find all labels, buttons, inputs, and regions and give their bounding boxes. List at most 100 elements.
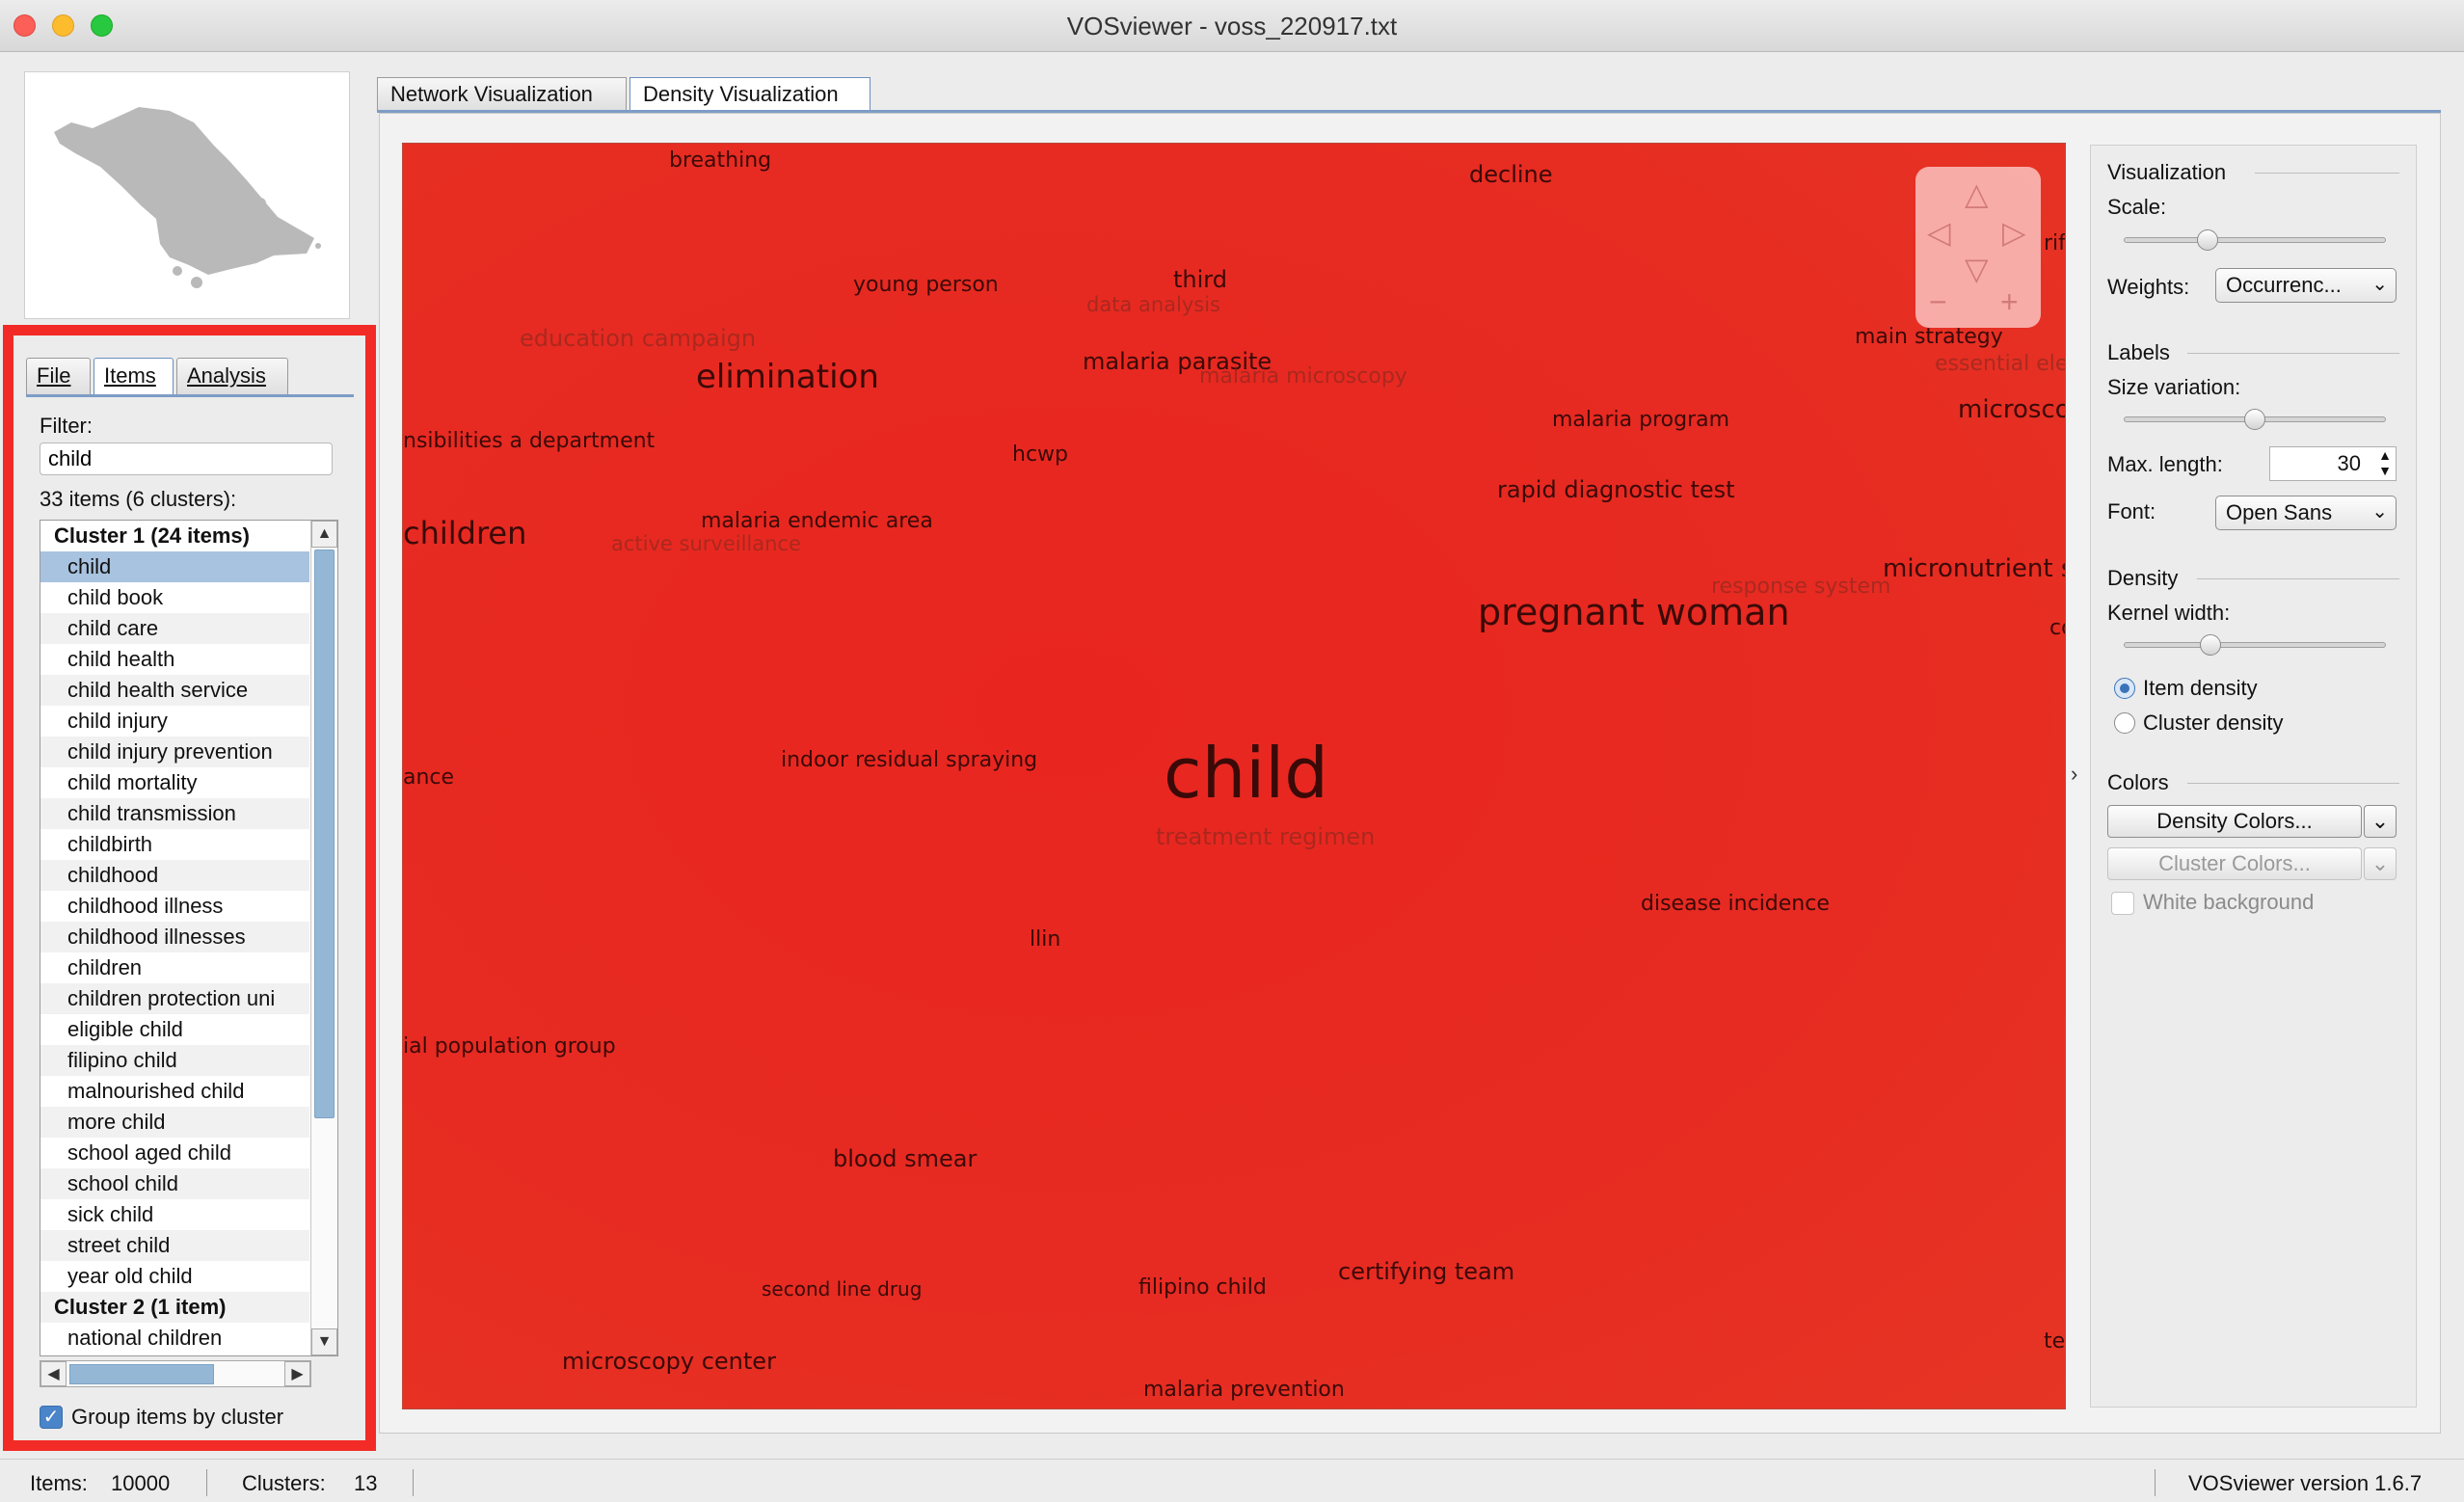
list-item[interactable]: childhood — [40, 860, 309, 891]
overview-map[interactable] — [24, 71, 350, 319]
spinner-arrows-icon[interactable]: ▲ ▼ — [2378, 447, 2392, 478]
vertical-scrollbar[interactable]: ▲ ▼ — [310, 521, 337, 1355]
list-item[interactable]: national children — [40, 1323, 309, 1354]
horizontal-scrollbar[interactable]: ◀ ▶ — [40, 1360, 311, 1387]
collapse-panel-icon[interactable]: › — [2071, 762, 2077, 787]
term-label[interactable]: llin — [1030, 927, 1060, 952]
term-label[interactable]: blood smear — [833, 1145, 977, 1172]
term-label[interactable]: microscop — [1958, 395, 2065, 424]
list-item[interactable]: child health service — [40, 675, 309, 706]
term-label[interactable]: breathing — [669, 148, 771, 173]
term-label[interactable]: decline — [1469, 161, 1553, 188]
list-item[interactable]: children protection uni — [40, 983, 309, 1014]
list-item[interactable]: year old child — [40, 1261, 309, 1292]
term-label[interactable]: disease incidence — [1641, 892, 1830, 916]
list-item[interactable]: filipino child — [40, 1045, 309, 1076]
filter-input[interactable] — [40, 443, 333, 475]
pan-left-icon[interactable]: ◁ — [1927, 217, 1951, 248]
checkbox-checked-icon[interactable]: ✓ — [40, 1406, 63, 1429]
item-density-radio[interactable] — [2114, 678, 2135, 699]
list-item[interactable]: childbirth — [40, 829, 309, 860]
list-item[interactable]: child mortality — [40, 767, 309, 798]
cluster-header[interactable]: Cluster 1 (24 items) — [40, 521, 309, 551]
list-item[interactable]: more child — [40, 1107, 309, 1138]
tab-network-visualization[interactable]: Network Visualization — [377, 77, 627, 112]
term-label[interactable]: co — [2049, 616, 2065, 640]
scroll-down-icon[interactable]: ▼ — [311, 1328, 337, 1355]
list-item[interactable]: street child — [40, 1230, 309, 1261]
list-item[interactable]: school child — [40, 1168, 309, 1199]
item-list[interactable]: Cluster 1 (24 items) child child book child… — [40, 520, 338, 1356]
horizontal-scroll-thumb[interactable] — [69, 1364, 214, 1384]
density-canvas[interactable]: breathing decline young person third data an… — [402, 143, 2066, 1409]
scale-slider[interactable] — [2124, 237, 2386, 243]
group-by-cluster-checkbox[interactable]: ✓ Group items by cluster — [40, 1405, 283, 1430]
list-item[interactable]: child — [40, 551, 309, 582]
list-item[interactable]: child health — [40, 644, 309, 675]
term-label[interactable]: nsibilities a department — [403, 429, 655, 453]
list-item[interactable]: child injury prevention — [40, 737, 309, 767]
term-label[interactable]: treatment regimen — [1156, 823, 1375, 850]
list-item[interactable]: eligible child — [40, 1014, 309, 1045]
list-item[interactable]: malnourished child — [40, 1076, 309, 1107]
term-label[interactable]: essential elem — [1935, 352, 2065, 376]
term-label[interactable]: hcwp — [1012, 443, 1068, 467]
term-label[interactable]: tec — [2044, 1329, 2065, 1354]
term-label[interactable]: second line drug — [762, 1277, 922, 1301]
cluster-density-radio[interactable] — [2114, 712, 2135, 734]
list-item[interactable]: sick child — [40, 1199, 309, 1230]
list-item[interactable]: childhood illness — [40, 891, 309, 922]
term-label[interactable]: malaria program — [1552, 408, 1729, 432]
term-label[interactable]: elimination — [696, 358, 879, 396]
zoom-in-icon[interactable]: + — [2000, 286, 2019, 317]
scroll-right-icon[interactable]: ▶ — [284, 1361, 310, 1386]
zoom-out-icon[interactable]: − — [1929, 286, 1947, 317]
vertical-scroll-thumb[interactable] — [314, 550, 335, 1118]
term-label[interactable]: indoor residual spraying — [781, 748, 1037, 772]
tab-density-visualization[interactable]: Density Visualization — [629, 77, 870, 112]
term-label[interactable]: certifying team — [1338, 1258, 1514, 1285]
kernel-width-slider-knob[interactable] — [2200, 634, 2221, 656]
term-label[interactable]: third — [1173, 266, 1227, 293]
density-colors-dropdown-icon[interactable]: ⌄ — [2364, 805, 2397, 838]
term-label[interactable]: pregnant woman — [1478, 591, 1790, 633]
pan-down-icon[interactable]: ▽ — [1965, 254, 1989, 284]
term-label[interactable]: ial population group — [403, 1034, 616, 1059]
pan-right-icon[interactable]: ▷ — [2002, 217, 2026, 248]
term-label[interactable]: malaria microscopy — [1199, 364, 1407, 389]
term-label[interactable]: rifa — [2044, 231, 2065, 255]
tab-file[interactable]: File — [26, 358, 91, 395]
max-length-spinner[interactable]: 30 ▲ ▼ — [2269, 446, 2397, 481]
density-colors-button[interactable]: Density Colors... — [2107, 805, 2362, 838]
term-label[interactable]: malaria endemic area — [701, 509, 933, 533]
list-item[interactable]: childhood illnesses — [40, 922, 309, 952]
pan-up-icon[interactable]: △ — [1965, 178, 1989, 209]
term-label[interactable]: micronutrient s — [1883, 554, 2065, 583]
tab-analysis[interactable]: Analysis — [176, 358, 288, 395]
weights-select[interactable]: Occurrenc... ⌄ — [2215, 268, 2397, 303]
term-label[interactable]: child — [1164, 733, 1328, 814]
list-item[interactable]: school aged child — [40, 1138, 309, 1168]
term-label[interactable]: rapid diagnostic test — [1497, 476, 1735, 503]
term-label[interactable]: malaria prevention — [1143, 1378, 1345, 1402]
list-item[interactable]: children — [40, 952, 309, 983]
term-label[interactable]: education campaign — [520, 325, 756, 352]
term-label[interactable]: main strategy — [1855, 325, 2003, 349]
list-item[interactable]: child care — [40, 613, 309, 644]
term-label[interactable]: filipino child — [1138, 1275, 1267, 1300]
term-label[interactable]: children — [403, 515, 526, 551]
cluster-header[interactable]: Cluster 2 (1 item) — [40, 1292, 309, 1323]
list-item[interactable]: child injury — [40, 706, 309, 737]
scroll-left-icon[interactable]: ◀ — [40, 1361, 67, 1386]
term-label[interactable]: ance — [403, 765, 454, 790]
scale-slider-knob[interactable] — [2197, 229, 2218, 251]
term-label[interactable]: microscopy center — [562, 1348, 776, 1375]
font-select[interactable]: Open Sans ⌄ — [2215, 496, 2397, 530]
list-item[interactable]: child transmission — [40, 798, 309, 829]
term-label[interactable]: young person — [853, 273, 999, 297]
tab-items[interactable]: Items — [94, 358, 174, 395]
list-item[interactable]: child book — [40, 582, 309, 613]
term-label[interactable]: data analysis — [1086, 293, 1220, 316]
kernel-width-slider[interactable] — [2124, 642, 2386, 648]
term-label[interactable]: active surveillance — [611, 532, 801, 555]
